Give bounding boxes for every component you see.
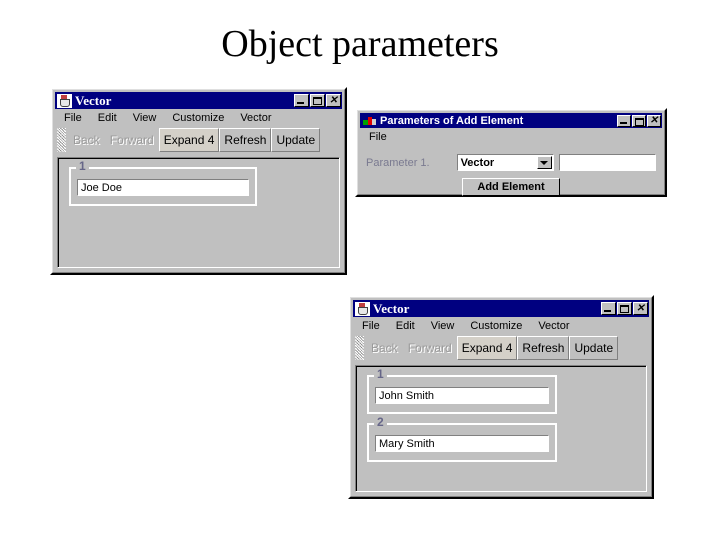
- parameter-group-2: 2 Mary Smith: [367, 416, 557, 462]
- window-vector-1-titlebar[interactable]: Vector ✕: [55, 92, 342, 109]
- close-button[interactable]: ✕: [326, 94, 341, 107]
- dialog-menubar: File: [360, 128, 662, 146]
- menu-item-file[interactable]: File: [64, 112, 82, 124]
- toolbar-refresh-button[interactable]: Refresh: [219, 128, 272, 152]
- toolbar-update-button[interactable]: Update: [271, 128, 321, 152]
- toolbar-forward-button: Forward: [104, 128, 159, 152]
- toolbar-back-button: Back: [366, 336, 403, 360]
- menu-item-file[interactable]: File: [362, 320, 380, 332]
- parameter-type-value: Vector: [460, 156, 495, 169]
- parameter-value-input[interactable]: [558, 154, 656, 171]
- toolbar-back-button: Back: [68, 128, 105, 152]
- parameter-group-1-label: 1: [374, 368, 387, 380]
- toolbar-expand-button[interactable]: Expand 4: [158, 128, 220, 152]
- maximize-button[interactable]: [310, 94, 325, 107]
- window-vector-1-titlebar-buttons: ✕: [294, 94, 341, 107]
- minimize-button[interactable]: [294, 94, 309, 107]
- add-element-button[interactable]: Add Element: [462, 178, 560, 196]
- dialog-body: Parameter 1. Vector Add Element: [360, 146, 662, 202]
- close-icon: ✕: [329, 94, 338, 106]
- dialog-menu-item-file[interactable]: File: [369, 131, 387, 143]
- parameter-type-combobox[interactable]: Vector: [456, 154, 554, 171]
- dialog-titlebar[interactable]: Parameters of Add Element ✕: [360, 113, 662, 128]
- menu-item-vector[interactable]: Vector: [240, 112, 271, 124]
- close-icon: ✕: [649, 114, 659, 126]
- menu-item-customize[interactable]: Customize: [470, 320, 522, 332]
- window-vector-1-title: Vector: [75, 92, 112, 108]
- window-vector-1-client: 1 Joe Doe: [57, 157, 340, 268]
- dialog-frame: Parameters of Add Element ✕ File Paramet…: [357, 110, 665, 196]
- menu-item-edit[interactable]: Edit: [396, 320, 415, 332]
- toolbar-update-button[interactable]: Update: [569, 336, 619, 360]
- dialog-titlebar-buttons: ✕: [617, 114, 661, 127]
- toolbar-refresh-button[interactable]: Refresh: [517, 336, 570, 360]
- java-cup-icon: [355, 301, 370, 316]
- close-icon: ✕: [636, 302, 645, 314]
- window-vector-2-content: 1 John Smith 2 Mary Smith: [356, 366, 646, 491]
- parameter-group-2-input[interactable]: Mary Smith: [375, 435, 549, 452]
- menu-item-customize[interactable]: Customize: [172, 112, 224, 124]
- parameter-group-1-input[interactable]: Joe Doe: [77, 179, 249, 196]
- dialog-maximize-button[interactable]: [632, 114, 646, 127]
- menu-item-vector[interactable]: Vector: [538, 320, 569, 332]
- minimize-button[interactable]: [601, 302, 616, 315]
- toolbar-forward-button: Forward: [402, 336, 457, 360]
- window-vector-2-client: 1 John Smith 2 Mary Smith: [355, 365, 647, 492]
- parameter-group-1: 1 John Smith: [367, 368, 557, 414]
- window-vector-2-title: Vector: [373, 300, 410, 316]
- toolbar-expand-button[interactable]: Expand 4: [456, 336, 518, 360]
- dialog-button-row: Add Element: [366, 178, 656, 196]
- dialog-title: Parameters of Add Element: [380, 114, 524, 127]
- menu-item-view[interactable]: View: [133, 112, 157, 124]
- dialog-minimize-button[interactable]: [617, 114, 631, 127]
- menu-item-edit[interactable]: Edit: [98, 112, 117, 124]
- java-cup-icon: [57, 93, 72, 108]
- parameter-label: Parameter 1.: [366, 156, 430, 169]
- window-vector-1-menubar: File Edit View Customize Vector: [55, 109, 342, 127]
- window-vector-1-content: 1 Joe Doe: [58, 158, 339, 267]
- parameters-dialog-icon: [362, 114, 377, 128]
- parameter-group-2-label: 2: [374, 416, 387, 428]
- parameter-group-1-input[interactable]: John Smith: [375, 387, 549, 404]
- dialog-close-button[interactable]: ✕: [647, 114, 661, 127]
- chevron-down-icon[interactable]: [536, 156, 552, 169]
- page-title: Object parameters: [221, 23, 499, 65]
- window-vector-1-toolbar: Back Forward Expand 4 Refresh Update: [55, 128, 342, 152]
- toolbar-grip-handle[interactable]: [57, 128, 66, 152]
- parameter-group-1-label: 1: [76, 160, 89, 172]
- window-vector-2-menubar: File Edit View Customize Vector: [353, 317, 649, 335]
- window-vector-2-titlebar-buttons: ✕: [601, 302, 648, 315]
- window-vector-2-toolbar: Back Forward Expand 4 Refresh Update: [353, 336, 649, 360]
- window-vector-1[interactable]: Vector ✕ File Edit View Customize Vector…: [50, 87, 347, 275]
- dialog-parameters-add-element[interactable]: Parameters of Add Element ✕ File Paramet…: [355, 108, 667, 197]
- close-button[interactable]: ✕: [633, 302, 648, 315]
- window-vector-2-titlebar[interactable]: Vector ✕: [353, 300, 649, 317]
- dialog-parameter-row: Parameter 1. Vector: [366, 154, 656, 171]
- menu-item-view[interactable]: View: [431, 320, 455, 332]
- window-vector-2-frame: Vector ✕ File Edit View Customize Vector…: [350, 297, 652, 497]
- window-vector-2[interactable]: Vector ✕ File Edit View Customize Vector…: [348, 295, 654, 499]
- parameter-group-1: 1 Joe Doe: [69, 160, 257, 206]
- maximize-button[interactable]: [617, 302, 632, 315]
- toolbar-grip-handle[interactable]: [355, 336, 364, 360]
- window-vector-1-frame: Vector ✕ File Edit View Customize Vector…: [52, 89, 345, 273]
